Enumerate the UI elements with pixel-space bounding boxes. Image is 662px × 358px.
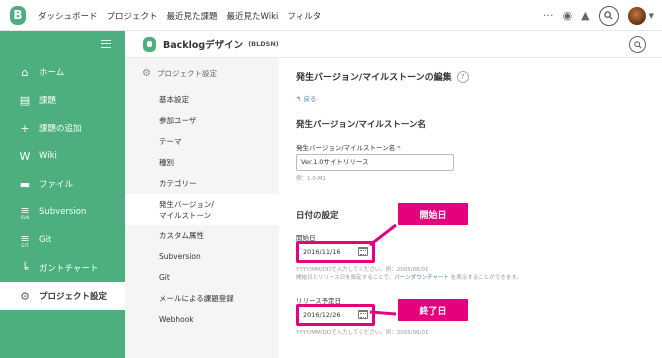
global-nav: ダッシュボード プロジェクト 最近見た課題 最近見たWiki フィルタ [38,0,330,31]
chevron-down-icon[interactable]: ▼ [649,12,654,20]
settings-item-theme[interactable]: テーマ [125,131,279,152]
release-date-input[interactable]: 2016/12/26 [296,304,375,326]
sidebar-item-label: ファイル [39,180,74,190]
sidebar-item-label: 課題の追加 [39,124,82,134]
nav-dashboard[interactable]: ダッシュボード [38,10,98,22]
callout-start-date: 開始日 [398,203,468,225]
bell-icon[interactable]: ▲ [581,9,589,22]
folder-icon: ▬ [19,177,31,191]
gantt-chart-icon: ╘ [21,261,29,275]
sidebar-item-label: ガントチャート [39,264,99,274]
sidebar-item-add-issue[interactable]: + 課題の追加 [0,114,125,142]
sidebar-item-files[interactable]: ▬ ファイル [0,170,125,198]
page-title-text: 発生バージョン/マイルストーンの編集 [296,73,452,83]
sidebar-item-subversion[interactable]: ≡ SVN Subversion [0,198,125,226]
settings-item-basic[interactable]: 基本設定 [125,89,279,110]
global-header: B ダッシュボード プロジェクト 最近見た課題 最近見たWiki フィルタ ··… [0,0,662,31]
start-hint-text-2: を表示することができます。 [449,275,522,281]
project-key: (BLDSN) [248,40,279,48]
calendar-icon[interactable] [358,247,368,256]
watch-eye-icon[interactable]: ◉ [563,9,573,22]
sidebar-item-home[interactable]: ⌂ ホーム [0,58,125,86]
calendar-icon[interactable] [358,310,368,319]
sidebar-item-git[interactable]: ≡ GIT Git [0,226,125,254]
sidebar-item-label: ホーム [39,68,65,78]
settings-item-custom-fields[interactable]: カスタム属性 [125,225,279,246]
nav-filter[interactable]: フィルタ [287,10,321,22]
sidebar-item-label: 課題 [39,96,57,106]
project-header: Backlogデザイン (BLDSN) [125,31,662,58]
sidebar-item-label: Git [39,235,52,245]
release-date-value: 2016/12/26 [303,311,341,319]
name-hint: 例：1.0-M1 [296,176,326,182]
sidebar-item-wiki[interactable]: W Wiki [0,142,125,170]
settings-menu-title: ⚙ プロジェクト設定 [125,58,279,89]
settings-item-subversion[interactable]: Subversion [125,246,279,267]
sidebar-item-label: プロジェクト設定 [39,292,108,302]
section-heading-name: 発生バージョン/マイルストーン名 [296,120,427,130]
project-icon [143,36,156,52]
settings-item-webhook[interactable]: Webhook [125,309,279,330]
start-hint-line2: 開始日とリリース日を設定することで、バーンダウンチャート を表示することができま… [296,274,522,282]
hamburger-menu-icon[interactable] [101,40,111,48]
nav-recent-issues[interactable]: 最近見た課題 [167,10,218,22]
start-date-value: 2016/11/16 [303,248,341,256]
gear-icon: ⚙ [20,289,30,303]
sidebar-item-gantt[interactable]: ╘ ガントチャート [0,254,125,282]
main-content: 発生バージョン/マイルストーンの編集 ? ↰ 戻る 発生バージョン/マイルストー… [279,58,662,358]
search-icon[interactable] [598,5,619,26]
avatar[interactable] [627,6,646,25]
version-name-input[interactable]: Ver.1.0サイトリリース [296,154,454,171]
back-link[interactable]: ↰ 戻る [296,93,317,103]
help-icon[interactable]: ? [456,70,469,83]
sidebar-header [0,31,125,58]
sidebar-item-label: Wiki [39,151,57,161]
issues-list-icon: ▤ [19,93,31,107]
header-actions: ··· ◉ ▲ ▼ [543,0,654,31]
name-field-label: 発生バージョン/マイルストーン名 * [296,142,401,152]
gear-icon: ⚙ [142,68,151,79]
callout-end-date: 終了日 [398,299,468,321]
sidebar-item-project-settings[interactable]: ⚙ プロジェクト設定 [0,282,125,310]
settings-item-issue-types[interactable]: 種別 [125,152,279,173]
more-icon[interactable]: ··· [543,9,554,22]
left-sidebar: ⌂ ホーム ▤ 課題 + 課題の追加 W Wiki ▬ ファイル ≡ SVN Su… [0,31,125,358]
project-name[interactable]: Backlogデザイン [163,37,243,51]
sidebar-item-label: Subversion [39,207,87,217]
required-mark: * [397,144,401,152]
settings-item-git[interactable]: Git [125,267,279,288]
section-heading-dates: 日付の設定 [296,211,339,221]
start-hint-line1: YYYY/MM/DDで入力してください。例：2005/06/01 [296,267,429,273]
git-icon: ≡ GIT [20,231,30,248]
wiki-icon: W [19,149,31,163]
release-date-hint: YYYY/MM/DDで入力してください。例：2005/06/01 [296,330,429,336]
start-hint-text: 開始日とリリース日を設定することで、 [296,275,395,281]
burndown-chart-link[interactable]: バーンダウンチャート [394,275,449,281]
sidebar-item-issues[interactable]: ▤ 課題 [0,86,125,114]
settings-item-categories[interactable]: カテゴリー [125,173,279,194]
settings-item-email-issue[interactable]: メールによる課題登録 [125,288,279,309]
nav-recent-wiki[interactable]: 最近見たWiki [227,10,279,22]
page-title: 発生バージョン/マイルストーンの編集 ? [296,70,469,83]
name-label-text: 発生バージョン/マイルストーン名 [296,144,396,152]
nav-projects[interactable]: プロジェクト [107,10,158,22]
settings-item-versions-milestones[interactable]: 発生バージョン/ マイルストーン [125,194,279,225]
project-search-icon[interactable] [629,36,646,53]
start-date-hint: YYYY/MM/DDで入力してください。例：2005/06/01 開始日とリリー… [296,266,522,282]
settings-item-members[interactable]: 参加ユーザ [125,110,279,131]
project-settings-menu: ⚙ プロジェクト設定 基本設定 参加ユーザ テーマ 種別 カテゴリー 発生バージ… [125,58,279,358]
backlog-logo[interactable]: B [10,6,26,25]
start-date-input[interactable]: 2016/11/16 [296,241,375,263]
plus-icon: + [20,121,30,135]
svn-icon: ≡ SVN [20,203,30,220]
settings-menu-title-label: プロジェクト設定 [156,69,217,78]
home-icon: ⌂ [21,65,29,79]
